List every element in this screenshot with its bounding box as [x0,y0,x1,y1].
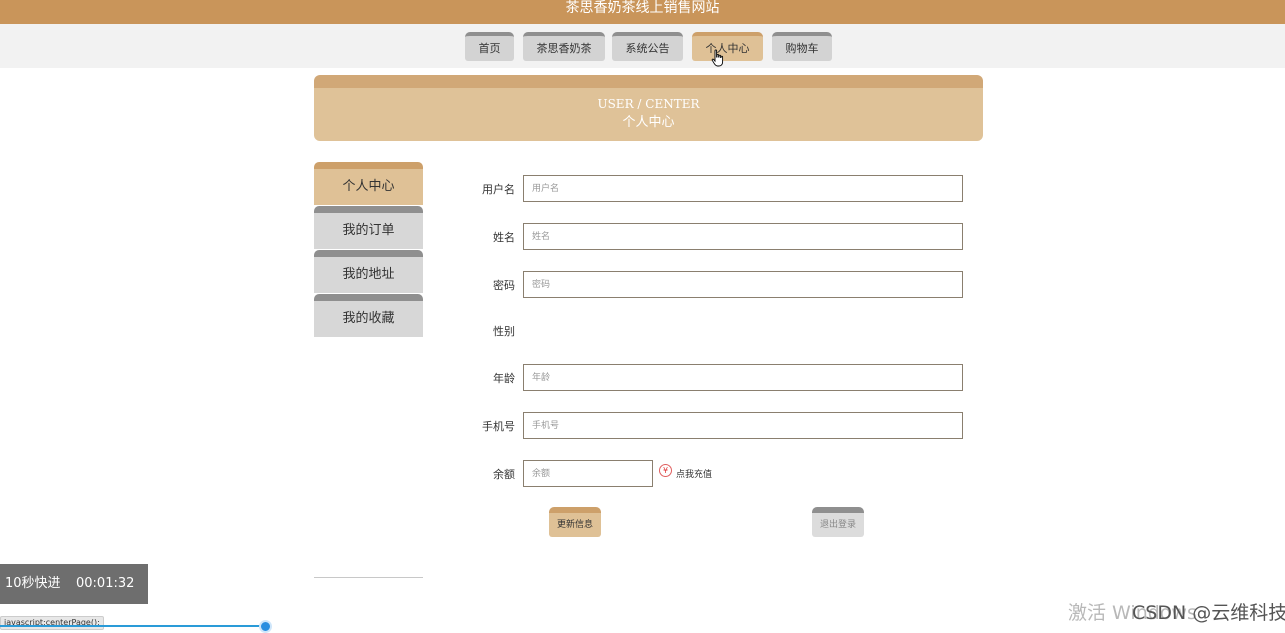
banner-title-en: USER / CENTER [597,97,700,111]
username-field[interactable] [523,175,963,202]
playback-knob[interactable] [259,620,272,633]
sidebar-item-orders[interactable]: 我的订单 [314,206,423,249]
nav-announcements[interactable]: 系统公告 [612,32,683,61]
password-label: 密码 [493,279,515,292]
balance-field[interactable] [523,460,653,487]
age-field[interactable] [523,364,963,391]
yen-icon[interactable]: ¥ [659,464,672,477]
password-field[interactable] [523,271,963,298]
nav-user-center[interactable]: 个人中心 [692,32,763,61]
fast-forward-button[interactable]: 10秒快进 [5,564,61,604]
nav-milk-tea[interactable]: 茶思香奶茶 [523,32,605,61]
video-player-overlay: 10秒快进 00:01:32 [0,564,148,604]
recharge-link[interactable]: 点我充值 [676,467,712,480]
username-label: 用户名 [482,183,515,196]
balance-label: 余额 [493,468,515,481]
playback-time: 00:01:32 [76,576,135,591]
phone-label: 手机号 [482,420,515,433]
sidebar-divider [314,577,423,578]
csdn-watermark: CSDN @云维科技 [1132,602,1285,624]
update-info-button[interactable]: 更新信息 [549,507,601,537]
nav-cart[interactable]: 购物车 [772,32,832,61]
sidebar-item-user-center[interactable]: 个人中心 [314,162,423,205]
logout-button[interactable]: 退出登录 [812,507,864,537]
page-banner: USER / CENTER 个人中心 [314,75,983,141]
name-field[interactable] [523,223,963,250]
sidebar-item-address[interactable]: 我的地址 [314,250,423,293]
nav-home[interactable]: 首页 [465,32,514,61]
sidebar-item-favorites[interactable]: 我的收藏 [314,294,423,337]
banner-title-cn: 个人中心 [622,115,675,130]
site-title: 茶思香奶茶线上销售网站 [0,0,1285,24]
main-nav: 首页 茶思香奶茶 系统公告 个人中心 购物车 [0,24,1285,68]
gender-label: 性别 [493,325,515,338]
name-label: 姓名 [493,231,515,244]
phone-field[interactable] [523,412,963,439]
hand-cursor-icon [711,49,724,67]
watermark: 激活 Windows CSDN @云维科技 [1068,598,1285,625]
age-label: 年龄 [493,372,515,385]
playback-progress[interactable] [0,625,266,627]
